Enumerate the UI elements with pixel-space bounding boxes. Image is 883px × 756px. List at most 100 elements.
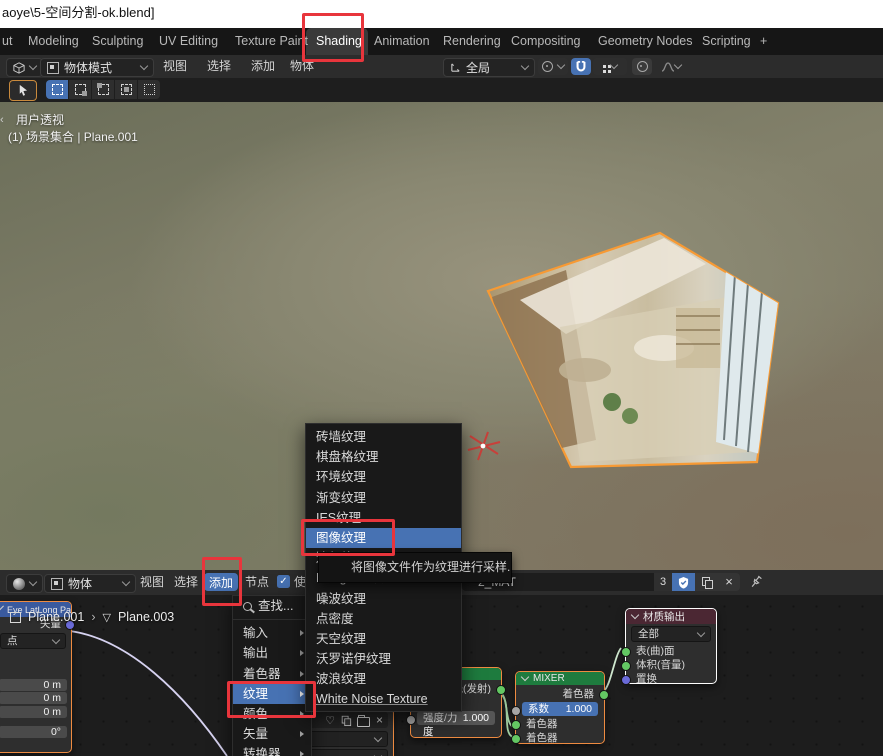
surface-input-socket[interactable] <box>621 647 631 657</box>
open-image-folder-icon[interactable] <box>357 717 370 727</box>
blender-window: aoye\5-空间分割-ok.blend] ut Modeling Sculpt… <box>0 0 883 756</box>
mapping-type-dropdown[interactable]: 点 <box>0 633 66 649</box>
viewport-editor-icon <box>13 62 25 74</box>
menu-add[interactable]: 添加 <box>251 55 275 78</box>
mapping-hidden-rows <box>0 651 71 677</box>
shader-input2-socket[interactable] <box>511 734 521 744</box>
tab-layout-cut[interactable]: ut <box>2 28 12 55</box>
menu-sky-texture[interactable]: 天空纹理 <box>306 629 461 649</box>
material-users-count[interactable]: 3 <box>654 573 672 591</box>
unlink-image-icon[interactable]: × <box>376 713 383 727</box>
mixer-node-header[interactable]: MIXER <box>516 672 604 685</box>
fake-user-heart-icon[interactable]: ♡ <box>325 714 335 727</box>
menu-voronoi-texture[interactable]: 沃罗诺伊纹理 <box>306 649 461 669</box>
falloff-curve-button[interactable] <box>654 58 688 75</box>
submenu-arrow-icon <box>300 630 304 636</box>
strength-input-socket[interactable] <box>406 715 416 725</box>
select-mode-new[interactable] <box>46 80 68 99</box>
active-tool-select-box[interactable] <box>9 80 37 101</box>
menu-view[interactable]: 视图 <box>163 55 187 78</box>
tab-sculpting[interactable]: Sculpting <box>92 28 143 55</box>
breadcrumb: Plane.001 › ▽ Plane.003 <box>10 610 174 624</box>
add-menu-vector[interactable]: 矢量 <box>233 724 311 744</box>
pin-button[interactable] <box>748 574 764 593</box>
emission-output-socket[interactable] <box>496 685 506 695</box>
mapping-loc-y[interactable]: 0 m <box>0 692 67 704</box>
add-menu-input[interactable]: 输入 <box>233 623 311 643</box>
output-target-dropdown[interactable]: 全部 <box>631 626 711 642</box>
tab-texture-paint[interactable]: Texture Paint <box>235 28 308 55</box>
transform-orientation-dropdown[interactable]: 全局 <box>443 58 535 77</box>
snap-toggle-button[interactable] <box>571 58 591 75</box>
mapping-loc-x[interactable]: 0 m <box>0 679 67 691</box>
tab-compositing[interactable]: Compositing <box>511 28 580 55</box>
menu-checker-texture[interactable]: 棋盘格纹理 <box>306 447 461 467</box>
select-mode-subtract[interactable] <box>92 80 114 99</box>
breadcrumb-data[interactable]: Plane.003 <box>118 610 174 624</box>
node-material-output[interactable]: 材质输出 全部 表(曲)面 体积(音量) 置换 <box>625 608 717 684</box>
pivot-point-button[interactable] <box>538 58 568 75</box>
tab-geometry-nodes[interactable]: Geometry Nodes <box>598 28 692 55</box>
shader-menu-node[interactable]: 节点 <box>245 571 269 594</box>
menu-wave-texture[interactable]: 波浪纹理 <box>306 669 461 689</box>
object-icon <box>51 578 63 590</box>
chevron-down-icon <box>557 61 565 69</box>
menu-gradient-texture[interactable]: 渐变纹理 <box>306 488 461 508</box>
add-menu-output[interactable]: 输出 <box>233 643 311 663</box>
tab-animation[interactable]: Animation <box>374 28 430 55</box>
mapping-rot-x[interactable]: 0° <box>0 726 67 738</box>
shader-editor-type-button[interactable] <box>6 574 43 593</box>
mixer-input2-row: 着色器 <box>516 731 604 745</box>
mapping-loc-z[interactable]: 0 m <box>0 706 67 718</box>
select-invert-icon <box>121 84 132 95</box>
cursor-icon <box>17 84 29 97</box>
add-menu-converter[interactable]: 转换器 <box>233 744 311 756</box>
chevron-down-icon <box>610 61 618 69</box>
tab-rendering[interactable]: Rendering <box>443 28 501 55</box>
shader-type-dropdown[interactable]: 物体 <box>44 574 136 593</box>
tab-uv-editing[interactable]: UV Editing <box>159 28 218 55</box>
shader-input1-socket[interactable] <box>511 720 521 730</box>
unlink-material-button[interactable]: × <box>718 573 740 591</box>
shader-menu-view[interactable]: 视图 <box>140 571 164 594</box>
node-mix-shader[interactable]: MIXER 着色器 系数1.000 着色器 着色器 <box>515 671 605 744</box>
menu-select[interactable]: 选择 <box>207 55 231 78</box>
select-mode-invert[interactable] <box>115 80 137 99</box>
use-nodes-checkbox[interactable]: ✓ <box>277 575 290 588</box>
menu-environment-texture[interactable]: 环境纹理 <box>306 467 461 487</box>
copy-image-icon[interactable] <box>342 715 351 724</box>
editor-type-button[interactable] <box>6 58 43 77</box>
menu-white-noise-texture[interactable]: White Noise Texture <box>306 689 461 709</box>
add-menu-search[interactable]: 查找... <box>233 596 311 616</box>
tab-modeling[interactable]: Modeling <box>28 28 79 55</box>
displacement-input-row: 置换 <box>626 672 716 686</box>
fake-user-shield-button[interactable] <box>672 573 695 591</box>
snap-target-button[interactable] <box>593 58 627 75</box>
shader-menu-select[interactable]: 选择 <box>174 571 198 594</box>
proportional-circle-icon <box>637 61 648 72</box>
select-mode-extend[interactable] <box>69 80 91 99</box>
emission-strength-slider[interactable]: 强度/力度1.000 <box>417 711 495 725</box>
object-mode-dropdown[interactable]: 物体模式 <box>40 58 154 77</box>
chevron-down-icon <box>697 629 705 637</box>
output-node-header[interactable]: 材质输出 <box>626 609 716 624</box>
empty-gizmo[interactable] <box>468 432 500 460</box>
displacement-input-socket[interactable] <box>621 675 631 685</box>
render-plane[interactable] <box>468 233 778 467</box>
select-extend-icon <box>75 84 86 95</box>
menu-noise-texture[interactable]: 噪波纹理 <box>306 589 461 609</box>
menu-brick-texture[interactable]: 砖墙纹理 <box>306 427 461 447</box>
volume-input-socket[interactable] <box>621 661 631 671</box>
select-intersect-icon <box>144 84 155 95</box>
select-mode-intersect[interactable] <box>138 80 160 99</box>
tab-add-workspace[interactable]: + <box>760 28 767 55</box>
tab-scripting[interactable]: Scripting <box>702 28 751 55</box>
proportional-edit-button[interactable] <box>632 58 652 75</box>
new-material-button[interactable] <box>695 573 718 591</box>
breadcrumb-object[interactable]: Plane.001 <box>28 610 84 624</box>
breadcrumb-separator: › <box>91 610 95 624</box>
menu-point-density[interactable]: 点密度 <box>306 609 461 629</box>
fac-input-socket[interactable] <box>511 706 521 716</box>
mixer-fac-slider[interactable]: 系数1.000 <box>522 702 598 716</box>
shader-output-socket[interactable] <box>599 690 609 700</box>
